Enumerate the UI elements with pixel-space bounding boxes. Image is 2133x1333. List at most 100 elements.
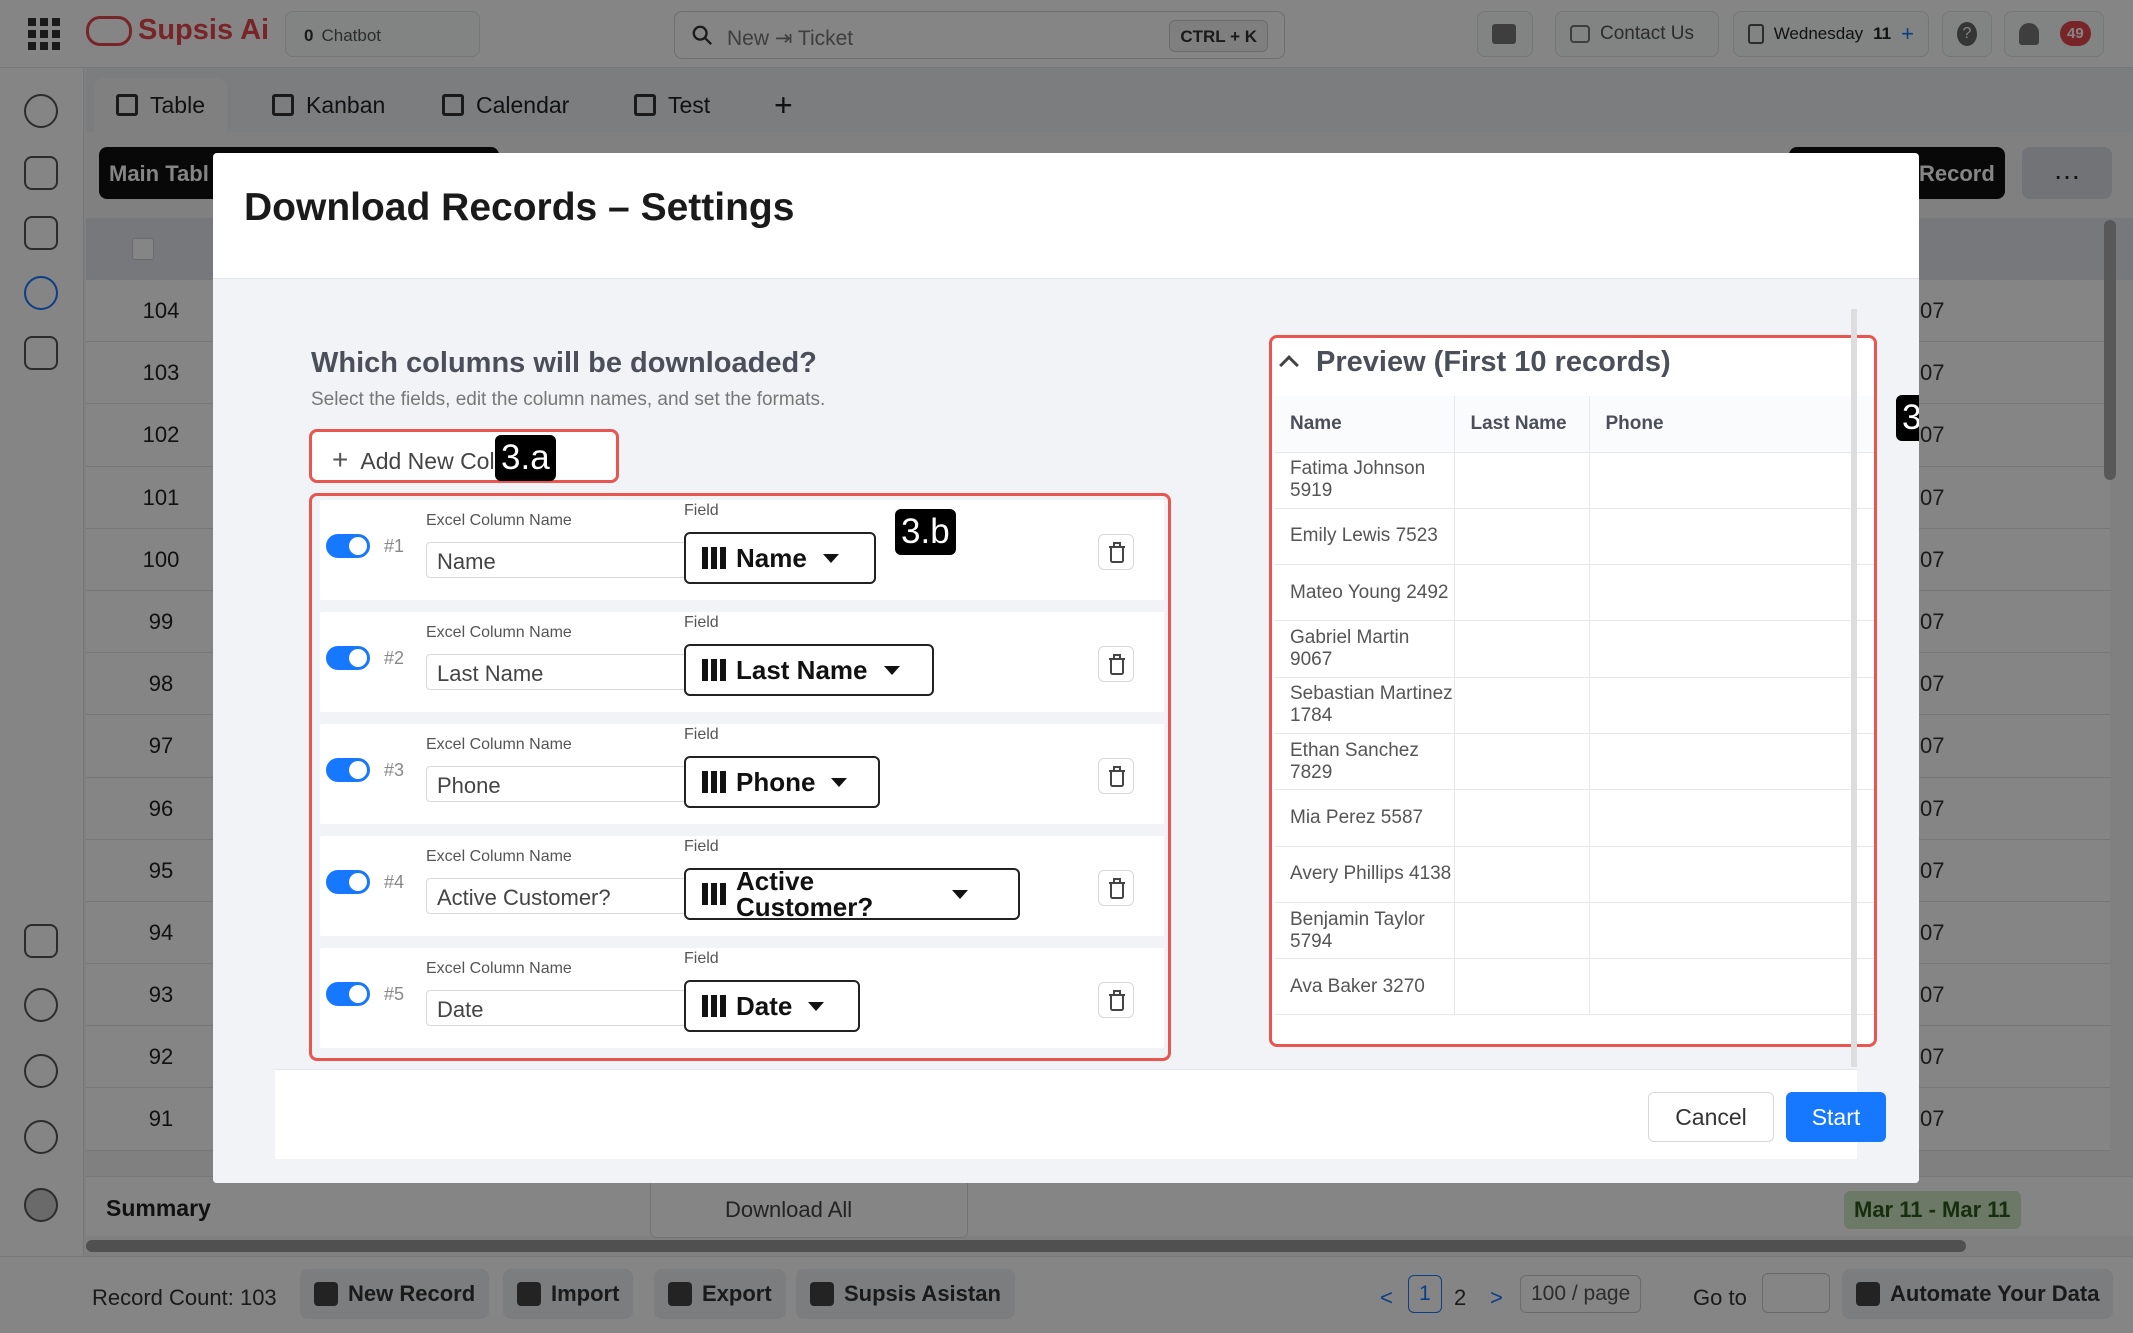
preview-cell-last-name (1454, 508, 1590, 566)
preview-table: Name Last Name Phone Fatima Johnson 5919… (1274, 396, 1874, 1016)
column-field-icon (702, 883, 726, 905)
field-label: Field (684, 726, 719, 743)
preview-cell-name: Mia Perez 5587 (1274, 789, 1455, 847)
field-select-value: Phone (736, 766, 816, 797)
preview-cell-name: Fatima Johnson 5919 (1274, 452, 1455, 509)
column-row: #4 Excel Column Name Active Customer? Field… (320, 836, 1164, 936)
preview-cell-name: Gabriel Martin 9067 (1274, 620, 1455, 678)
preview-cell-last-name (1454, 902, 1590, 960)
annotation-tag-3c: 3.c (1896, 395, 1919, 441)
delete-column-button[interactable] (1098, 758, 1134, 794)
field-label: Field (684, 950, 719, 967)
delete-column-button[interactable] (1098, 534, 1134, 570)
excel-column-label: Excel Column Name (426, 736, 572, 753)
column-row: #2 Excel Column Name Last Name Field Last Na… (320, 612, 1164, 712)
preview-row: Benjamin Taylor 5794 (1274, 902, 1874, 960)
column-row: #5 Excel Column Name Date Field Date (320, 948, 1164, 1048)
preview-cell-phone (1589, 452, 1874, 509)
preview-row: Avery Phillips 4138 (1274, 846, 1874, 903)
chevron-down-icon (808, 1001, 825, 1011)
column-number: #1 (384, 536, 405, 556)
preview-cell-phone (1589, 620, 1874, 678)
panel-scrollbar[interactable] (1851, 309, 1857, 1067)
preview-cell-last-name (1454, 452, 1590, 509)
preview-row: Ava Baker 3270 (1274, 958, 1874, 1016)
field-select[interactable]: Phone (684, 756, 880, 808)
preview-cell-last-name (1454, 620, 1590, 678)
modal-body: Which columns will be downloaded? Select… (213, 278, 1919, 1183)
excel-column-label: Excel Column Name (426, 960, 572, 977)
preview-row: Gabriel Martin 9067 (1274, 620, 1874, 678)
field-select[interactable]: Date (684, 980, 860, 1032)
delete-column-button[interactable] (1098, 870, 1134, 906)
column-list: #1 Excel Column Name Name Field Name #2 Excel … (309, 493, 1171, 1061)
cancel-button[interactable]: Cancel (1648, 1092, 1774, 1142)
preview-cell-last-name (1454, 733, 1590, 791)
annotation-tag-3b: 3.b (895, 509, 956, 555)
preview-title: Preview (First 10 records) (1316, 346, 1671, 378)
column-enabled-toggle[interactable] (326, 870, 370, 894)
settings-panel: Which columns will be downloaded? Select… (275, 279, 1919, 1067)
delete-column-button[interactable] (1098, 982, 1134, 1018)
column-row: #3 Excel Column Name Phone Field Phone (320, 724, 1164, 824)
field-select-value: Active Customer? (736, 866, 874, 922)
trash-icon (1109, 766, 1125, 787)
preview-cell-phone (1589, 508, 1874, 566)
column-number: #4 (384, 872, 405, 892)
excel-column-label: Excel Column Name (426, 512, 572, 529)
field-select[interactable]: Last Name (684, 644, 934, 696)
preview-cell-phone (1589, 677, 1874, 734)
chevron-down-icon (831, 777, 848, 787)
columns-subtitle: Select the fields, edit the column names… (311, 389, 826, 410)
chevron-up-icon[interactable] (1279, 355, 1299, 375)
field-select[interactable]: Active Customer? (684, 868, 1020, 920)
column-number: #5 (384, 984, 405, 1004)
preview-row: Emily Lewis 7523 (1274, 508, 1874, 566)
field-label: Field (684, 614, 719, 631)
preview-cell-name: Ethan Sanchez 7829 (1274, 733, 1455, 791)
columns-question: Which columns will be downloaded? (311, 347, 817, 379)
preview-cell-name: Ava Baker 3270 (1274, 958, 1455, 1016)
chevron-down-icon (822, 553, 839, 563)
column-field-icon (702, 659, 726, 681)
field-label: Field (684, 838, 719, 855)
column-field-icon (702, 547, 726, 569)
column-field-icon (702, 771, 726, 793)
preview-cell-name: Benjamin Taylor 5794 (1274, 902, 1455, 960)
field-select[interactable]: Name (684, 532, 876, 584)
plus-icon: + (332, 444, 349, 475)
column-enabled-toggle[interactable] (326, 534, 370, 558)
preview-cell-phone (1589, 958, 1874, 1016)
column-row: #1 Excel Column Name Name Field Name (320, 500, 1164, 600)
field-select-value: Name (736, 542, 807, 573)
preview-panel: Preview (First 10 records) Name Last Nam… (1269, 335, 1877, 1047)
preview-cell-phone (1589, 564, 1874, 622)
start-button[interactable]: Start (1786, 1092, 1886, 1142)
preview-cell-last-name (1454, 564, 1590, 622)
preview-cell-phone (1589, 846, 1874, 903)
trash-icon (1109, 990, 1125, 1011)
preview-cell-phone (1589, 733, 1874, 791)
modal-footer: Cancel Start (275, 1069, 1886, 1159)
chevron-down-icon (883, 665, 900, 675)
column-number: #3 (384, 760, 405, 780)
delete-column-button[interactable] (1098, 646, 1134, 682)
preview-cell-name: Sebastian Martinez 1784 (1274, 677, 1455, 734)
preview-header-phone: Phone (1589, 396, 1874, 453)
chevron-down-icon (952, 889, 968, 899)
preview-cell-name: Emily Lewis 7523 (1274, 508, 1455, 566)
column-enabled-toggle[interactable] (326, 646, 370, 670)
excel-column-label: Excel Column Name (426, 848, 572, 865)
trash-icon (1109, 654, 1125, 675)
add-new-column-button[interactable]: + Add New Column (309, 429, 619, 483)
preview-cell-name: Avery Phillips 4138 (1274, 846, 1455, 903)
preview-row: Mateo Young 2492 (1274, 564, 1874, 622)
field-label: Field (684, 502, 719, 519)
column-enabled-toggle[interactable] (326, 982, 370, 1006)
preview-cell-last-name (1454, 789, 1590, 847)
preview-row: Mia Perez 5587 (1274, 789, 1874, 847)
column-enabled-toggle[interactable] (326, 758, 370, 782)
preview-cell-last-name (1454, 958, 1590, 1016)
field-select-value: Date (736, 990, 793, 1021)
download-settings-modal: Download Records – Settings Which column… (213, 153, 1919, 1183)
